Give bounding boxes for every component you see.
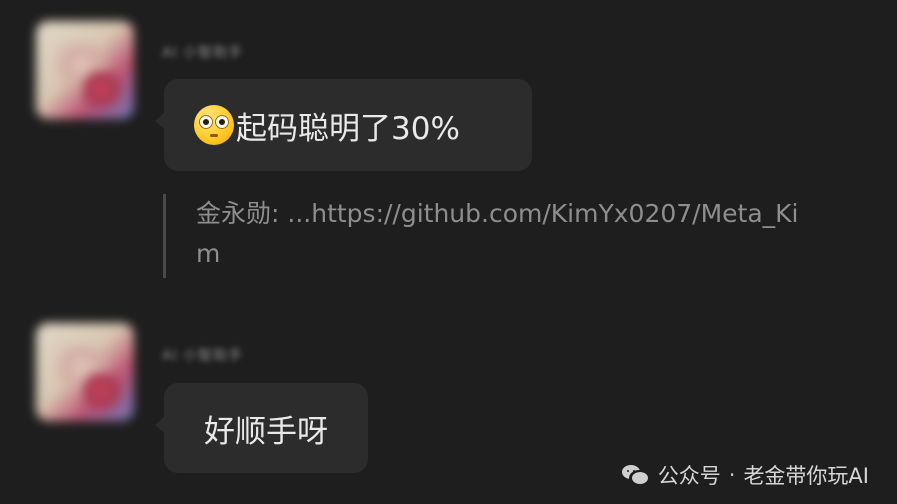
- quoted-message[interactable]: 金永勋: ...https://github.com/KimYx0207/Met…: [163, 194, 813, 278]
- avatar[interactable]: [36, 21, 134, 119]
- avatar[interactable]: [36, 323, 134, 421]
- quote-separator: :: [271, 199, 288, 228]
- watermark-separator: ·: [728, 463, 736, 487]
- message-text: 好顺手呀: [204, 413, 328, 450]
- sender-name: AI 小智助手: [162, 348, 244, 364]
- message-text: 起码聪明了30%: [236, 110, 460, 147]
- wechat-icon: [621, 464, 650, 486]
- flushed-face-emoji-icon: [194, 105, 234, 145]
- message-bubble[interactable]: 好顺手呀: [155, 383, 368, 473]
- watermark-prefix: 公众号: [657, 464, 721, 488]
- message-bubble[interactable]: 起码聪明了30%: [155, 79, 532, 171]
- sender-name: AI 小智助手: [162, 45, 244, 61]
- watermark: 公众号 · 老金带你玩AI: [621, 460, 869, 490]
- watermark-name: 老金带你玩AI: [743, 464, 869, 488]
- quote-content: ...https://github.com/KimYx0207/Meta_Kim: [196, 199, 799, 268]
- quote-author: 金永勋: [196, 199, 272, 228]
- chat-screen: { "messages": [ { "sender_name": "AI 小智助…: [0, 0, 897, 504]
